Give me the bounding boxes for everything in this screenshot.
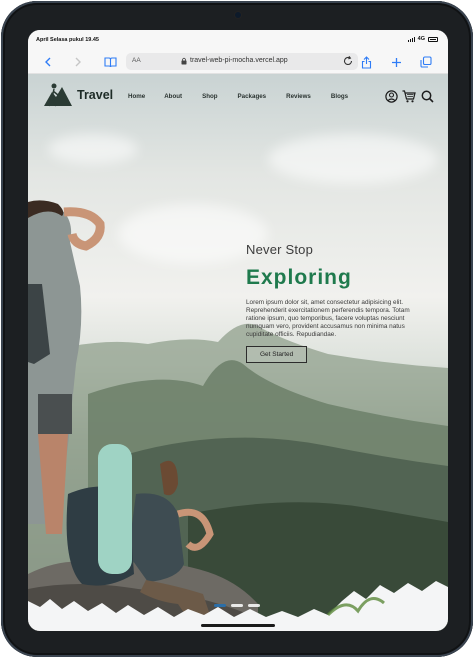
status-bar: April Selasa pukul 19.45 4G: [28, 30, 448, 50]
tabs-button[interactable]: [418, 54, 434, 70]
hero-content: Never Stop Exploring Lorem ipsum dolor s…: [246, 242, 426, 363]
torn-edge-decoration: [28, 581, 448, 631]
nav-about[interactable]: About: [164, 93, 182, 100]
battery-icon: [428, 36, 438, 42]
url-text: travel-web-pi-mocha.vercel.app: [190, 57, 288, 64]
home-indicator[interactable]: [201, 624, 275, 627]
browser-toolbar: AA travel-web-pi-mocha.vercel.app: [28, 50, 448, 74]
lock-icon: [181, 57, 187, 65]
search-icon[interactable]: [420, 89, 434, 103]
chevron-right-icon: [75, 57, 81, 67]
brand-logo-link[interactable]: Travel: [42, 82, 113, 108]
nav-shop[interactable]: Shop: [202, 93, 217, 100]
plus-icon: [391, 57, 401, 67]
nav-blogs[interactable]: Blogs: [331, 93, 348, 100]
nav-reviews[interactable]: Reviews: [286, 93, 311, 100]
bookmarks-button[interactable]: [102, 54, 118, 70]
address-bar[interactable]: AA travel-web-pi-mocha.vercel.app: [126, 53, 358, 70]
forward-button[interactable]: [70, 54, 86, 70]
tabs-icon: [420, 56, 432, 68]
ipad-screen: April Selasa pukul 19.45 4G AA travel-we…: [28, 30, 448, 631]
hikers-photo: [28, 200, 258, 631]
hero-title: Exploring: [246, 266, 352, 289]
nav-links: Home About Shop Packages Reviews Blogs: [128, 93, 348, 100]
nav-icons: [384, 89, 434, 103]
nav-packages[interactable]: Packages: [238, 93, 267, 100]
network-label: 4G: [417, 36, 425, 42]
chevron-left-icon: [45, 57, 51, 67]
get-started-button[interactable]: Get Started: [246, 345, 308, 363]
back-button[interactable]: [40, 54, 56, 70]
user-icon[interactable]: [384, 89, 398, 103]
brand-name: Travel: [77, 88, 114, 102]
ipad-frame: April Selasa pukul 19.45 4G AA travel-we…: [1, 1, 473, 657]
hiker-logo-icon: [44, 83, 72, 107]
status-time: April Selasa pukul 19.45: [36, 37, 99, 43]
nav-home[interactable]: Home: [128, 93, 145, 100]
status-indicators: 4G: [407, 36, 438, 42]
hero-description: Lorem ipsum dolor sit, amet consectetur …: [246, 299, 410, 338]
signal-icon: [407, 36, 415, 42]
new-tab-button[interactable]: [388, 54, 404, 70]
site-navbar: Travel Home About Shop Packages Reviews …: [28, 74, 448, 114]
hero-section: Travel Home About Shop Packages Reviews …: [28, 74, 448, 631]
cart-icon[interactable]: [402, 89, 416, 103]
share-button[interactable]: [358, 54, 374, 70]
reader-button[interactable]: AA: [132, 57, 141, 64]
hero-kicker: Never Stop: [246, 242, 314, 257]
reload-icon[interactable]: [342, 55, 354, 67]
front-camera: [235, 12, 241, 18]
share-icon: [361, 55, 371, 69]
book-icon: [103, 56, 117, 67]
